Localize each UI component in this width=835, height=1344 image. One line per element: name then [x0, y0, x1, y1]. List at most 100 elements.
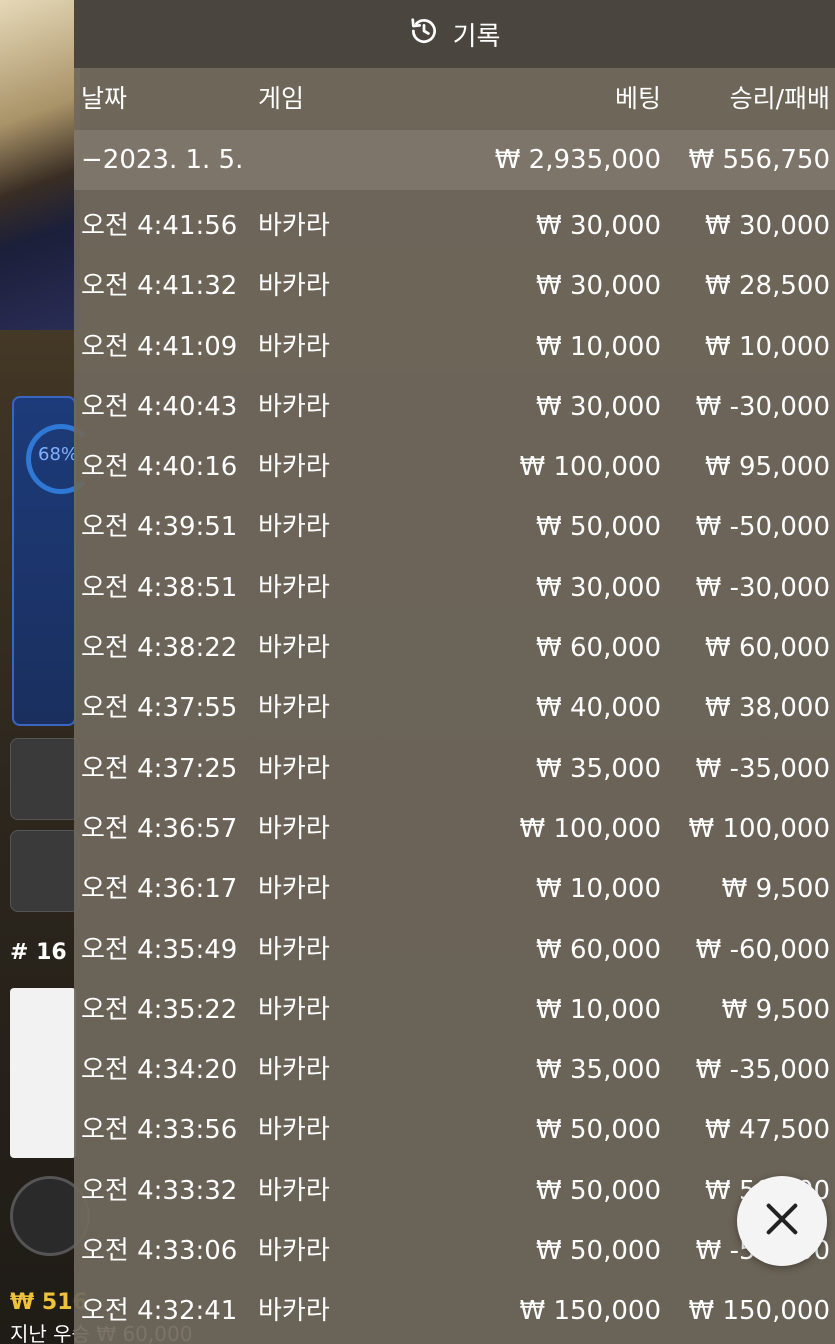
- row-bet: ₩ 40,000: [536, 693, 661, 724]
- row-time: 오전 4:36:57: [81, 813, 238, 844]
- date-summary-row[interactable]: −2023. 1. 5. ₩ 2,935,000 ₩ 556,750: [74, 130, 835, 190]
- row-bet: ₩ 30,000: [536, 211, 661, 241]
- table-view-image: [0, 0, 80, 330]
- row-time: 오전 4:33:32: [81, 1175, 238, 1206]
- history-row[interactable]: 오전 4:33:32바카라₩ 50,000₩ 50,000: [74, 1161, 835, 1221]
- history-list: 오전 4:41:56 바카라 ₩ 30,000 ₩ 30,000 오전 4:41:32 바…: [74, 196, 835, 1342]
- row-game: 바카라: [258, 874, 330, 905]
- history-icon: [409, 16, 439, 53]
- row-win-loss: ₩ 9,500: [721, 994, 830, 1025]
- row-win-loss: ₩ 100,000: [688, 813, 831, 844]
- row-time: 오전 4:41:32: [81, 271, 238, 302]
- history-row[interactable]: 오전 4:40:16 바카라 ₩ 100,000 ₩ 95,000: [74, 437, 835, 497]
- row-win-loss: ₩ -30,000: [695, 572, 830, 603]
- row-time: 오전 4:36:17: [81, 874, 238, 905]
- history-row[interactable]: 오전 4:39:51 바카라 ₩ 50,000 ₩ -50,000: [74, 497, 835, 557]
- history-row[interactable]: 오전 4:38:51 바카라 ₩ 30,000 ₩ -30,000: [74, 558, 835, 618]
- row-time: 오전 4:40:16: [81, 452, 238, 483]
- row-win-loss: ₩ 9,500: [721, 874, 830, 905]
- row-bet: ₩ 50,000: [536, 512, 661, 543]
- summary-date: −2023. 1. 5.: [81, 145, 244, 175]
- player-pair-button[interactable]: [10, 830, 80, 912]
- column-header: 날짜 게임 베팅 승리/패배: [74, 68, 835, 130]
- row-win-loss: ₩ 10,000: [705, 331, 830, 362]
- row-game: 바카라: [258, 1115, 330, 1146]
- row-bet: ₩ 35,000: [536, 753, 661, 784]
- row-bet: ₩ 10,000: [536, 994, 661, 1025]
- row-game: 바카라: [258, 452, 330, 483]
- row-time: 오전 4:41:09: [81, 331, 238, 362]
- row-game: 바카라: [258, 211, 330, 241]
- row-game: 바카라: [258, 994, 330, 1025]
- row-game: 바카라: [258, 331, 330, 362]
- row-game: 바카라: [258, 1296, 330, 1327]
- col-bet: 베팅: [614, 84, 661, 113]
- row-game: 바카라: [258, 934, 330, 965]
- row-bet: ₩ 30,000: [536, 271, 661, 302]
- col-game: 게임: [258, 84, 305, 113]
- history-row[interactable]: 오전 4:32:41 바카라 ₩ 150,000 ₩ 150,000: [74, 1281, 835, 1341]
- history-row[interactable]: 오전 4:36:57 바카라 ₩ 100,000 ₩ 100,000: [74, 799, 835, 859]
- col-win-loss: 승리/패배: [729, 84, 830, 113]
- row-game: 바카라: [258, 1236, 330, 1267]
- row-time: 오전 4:33:06: [81, 1236, 238, 1267]
- row-bet: ₩ 10,000: [536, 331, 661, 362]
- history-row[interactable]: 오전 4:33:06바카라₩ 50,000₩ -50,000: [74, 1221, 835, 1281]
- row-bet: ₩ 60,000: [536, 934, 661, 965]
- history-row[interactable]: 오전 4:34:20 바카라 ₩ 35,000 ₩ -35,000: [74, 1040, 835, 1100]
- close-button[interactable]: [737, 1176, 827, 1266]
- bead-road: [10, 988, 76, 1158]
- row-time: 오전 4:35:49: [81, 934, 238, 965]
- row-win-loss: ₩ 150,000: [688, 1296, 831, 1327]
- round-label: # 16: [10, 940, 67, 965]
- row-time: 오전 4:38:22: [81, 633, 238, 664]
- row-time: 오전 4:35:22: [81, 994, 238, 1025]
- row-bet: ₩ 50,000: [536, 1236, 661, 1267]
- row-time: 오전 4:38:51: [81, 572, 238, 603]
- close-icon: [762, 1199, 802, 1243]
- row-time: 오전 4:39:51: [81, 512, 238, 543]
- history-row[interactable]: 오전 4:40:43 바카라 ₩ 30,000 ₩ -30,000: [74, 377, 835, 437]
- row-win-loss: ₩ -50,000: [695, 512, 830, 543]
- row-win-loss: ₩ 60,000: [705, 633, 830, 664]
- row-win-loss: ₩ 95,000: [705, 452, 830, 483]
- history-header: 기록: [74, 0, 835, 68]
- row-bet: ₩ 50,000: [536, 1175, 661, 1206]
- history-row[interactable]: 오전 4:41:56 바카라 ₩ 30,000 ₩ 30,000: [74, 196, 835, 256]
- row-bet: ₩ 30,000: [536, 572, 661, 603]
- row-win-loss: ₩ -35,000: [695, 753, 830, 784]
- row-game: 바카라: [258, 1055, 330, 1086]
- row-time: 오전 4:33:56: [81, 1115, 238, 1146]
- row-time: 오전 4:37:55: [81, 693, 238, 724]
- history-row[interactable]: 오전 4:38:22 바카라 ₩ 60,000 ₩ 60,000: [74, 618, 835, 678]
- row-time: 오전 4:34:20: [81, 1055, 238, 1086]
- row-game: 바카라: [258, 271, 330, 302]
- stat-percent: 68%: [38, 444, 79, 465]
- row-win-loss: ₩ 30,000: [705, 211, 830, 241]
- row-game: 바카라: [258, 512, 330, 543]
- row-game: 바카라: [258, 572, 330, 603]
- history-row[interactable]: 오전 4:36:17 바카라 ₩ 10,000 ₩ 9,500: [74, 859, 835, 919]
- history-row[interactable]: 오전 4:35:49 바카라 ₩ 60,000 ₩ -60,000: [74, 920, 835, 980]
- col-date: 날짜: [81, 84, 128, 113]
- history-title: 기록: [452, 21, 501, 52]
- history-row[interactable]: 오전 4:37:55 바카라 ₩ 40,000 ₩ 38,000: [74, 678, 835, 738]
- history-row[interactable]: 오전 4:33:56 바카라 ₩ 50,000 ₩ 47,500: [74, 1100, 835, 1160]
- summary-bet: ₩ 2,935,000: [494, 145, 661, 175]
- row-bet: ₩ 35,000: [536, 1055, 661, 1086]
- history-row[interactable]: 오전 4:35:22 바카라 ₩ 10,000 ₩ 9,500: [74, 980, 835, 1040]
- row-game: 바카라: [258, 693, 330, 724]
- row-bet: ₩ 30,000: [536, 391, 661, 422]
- row-game: 바카라: [258, 813, 330, 844]
- row-win-loss: ₩ -30,000: [695, 391, 830, 422]
- history-row[interactable]: 오전 4:37:25 바카라 ₩ 35,000 ₩ -35,000: [74, 739, 835, 799]
- row-bet: ₩ 100,000: [519, 813, 662, 844]
- row-win-loss: ₩ 47,500: [705, 1115, 830, 1146]
- row-time: 오전 4:40:43: [81, 391, 238, 422]
- history-row[interactable]: 오전 4:41:32 바카라 ₩ 30,000 ₩ 28,500: [74, 256, 835, 316]
- row-win-loss: ₩ -35,000: [695, 1055, 830, 1086]
- history-row[interactable]: 오전 4:41:09 바카라 ₩ 10,000 ₩ 10,000: [74, 317, 835, 377]
- player-bet-button[interactable]: [10, 738, 80, 820]
- row-win-loss: ₩ -60,000: [695, 934, 830, 965]
- row-bet: ₩ 60,000: [536, 633, 661, 664]
